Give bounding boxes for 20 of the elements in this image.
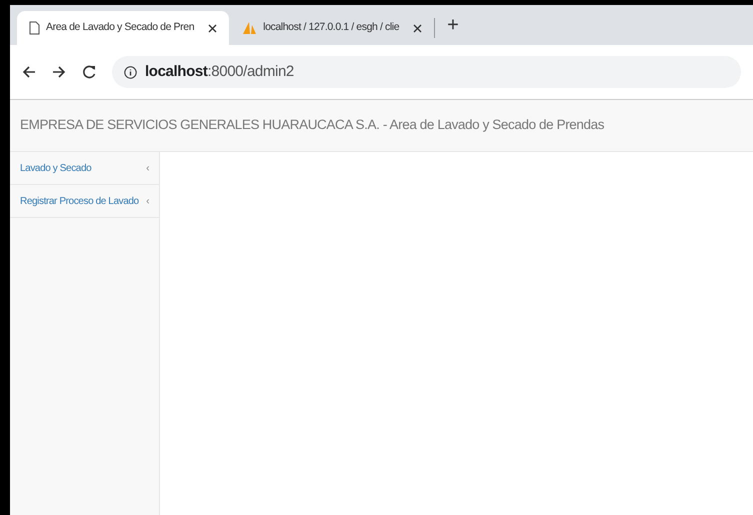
sidebar-item[interactable]: Lavado y Secado ‹ [10,152,159,185]
chevron-icon: ‹ [146,194,149,208]
browser-tab[interactable]: Area de Lavado y Secado de Pren [17,11,230,45]
url-text: localhost:8000/admin2 [145,62,294,82]
address-field[interactable]: localhost:8000/admin2 [112,56,741,88]
document-icon [29,21,40,35]
info-icon [124,66,137,78]
close-icon[interactable] [208,24,218,32]
sail-icon [241,21,258,35]
tab-title: Area de Lavado y Secado de Pren [46,20,194,36]
chevron-icon: ‹ [146,160,149,176]
forward-icon[interactable] [52,65,66,79]
sidebar-item[interactable]: Registrar Proceso de Lavado ‹ [10,185,159,218]
page-title: EMPRESA DE SERVICIOS GENERALES HUARAUCACA S.A. - Area de Lavado y Secado de Prendas [20,116,604,134]
browser-tab[interactable]: localhost / 127.0.0.1 / esgh / clie [229,11,434,45]
reload-icon[interactable] [82,65,96,79]
new-tab-button[interactable]: + [435,10,471,40]
tab-title: localhost / 127.0.0.1 / esgh / clie [263,20,400,36]
close-icon[interactable] [413,24,422,32]
back-icon[interactable] [22,65,36,79]
